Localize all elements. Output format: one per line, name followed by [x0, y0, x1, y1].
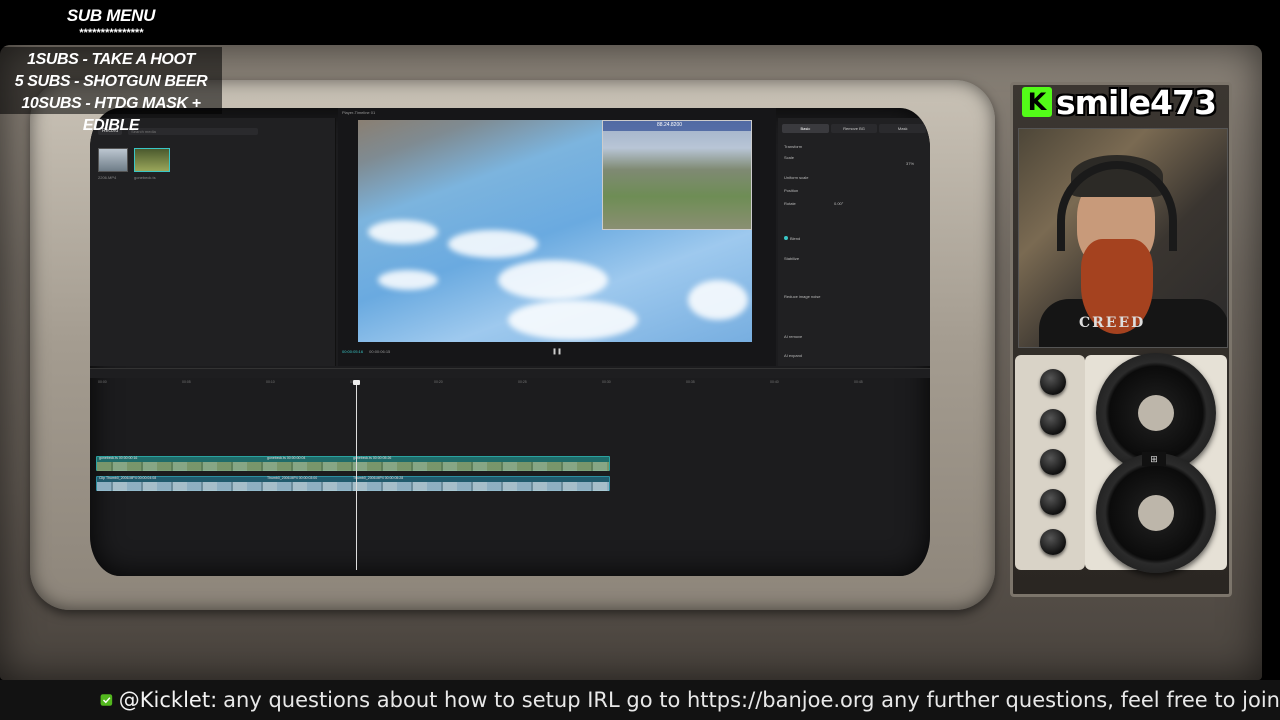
- properties-panel: Basic Remove BG Mask Transform Scale 37%…: [778, 118, 930, 366]
- ticker-user: @Kicklet:: [118, 688, 218, 712]
- ruler-tick: 00:35: [686, 380, 695, 384]
- timeline-track-video-2[interactable]: Clip Thumb0_2006.MP4 00:00:04:08 Thumb0_…: [96, 476, 610, 491]
- clip-label: gonebeck.ts 00:00:05:26: [353, 456, 392, 460]
- timeline-track-video-1[interactable]: gonebeck.ts 00:00:00:16 gonebeck.ts 00:0…: [96, 456, 610, 471]
- cloud: [498, 260, 608, 300]
- player-title: Player-Timeline 01: [342, 110, 376, 115]
- cloud: [368, 220, 438, 244]
- timeline-ruler: 00:0000:0500:1000:1500:2000:2500:3000:35…: [90, 380, 930, 388]
- uniform-scale-label: Uniform scale: [784, 175, 809, 180]
- knob-icon: [1040, 529, 1066, 555]
- cloud: [378, 270, 438, 290]
- toggle-dot: [784, 236, 788, 240]
- cloud: [688, 280, 748, 320]
- ruler-tick: 00:40: [770, 380, 779, 384]
- ruler-tick: 00:25: [518, 380, 527, 384]
- timeline-playhead[interactable]: [353, 380, 360, 570]
- ruler-tick: 00:45: [854, 380, 863, 384]
- webcam-feed: CREED: [1018, 128, 1228, 348]
- blend-row[interactable]: Blend: [784, 236, 800, 241]
- sub-menu-item: 1SUBS - TAKE A HOOT: [27, 51, 195, 68]
- media-thumb-1-label: 2206.MP4: [98, 175, 117, 180]
- timeline-toolbar: [90, 368, 930, 378]
- cloud: [508, 300, 638, 340]
- streamer-badge: K smile473: [1022, 82, 1217, 122]
- clip-label: gonebeck.ts 00:00:00:04: [267, 456, 306, 460]
- chat-ticker: @Kicklet: any questions about how to set…: [0, 680, 1280, 720]
- tab-basic[interactable]: Basic: [782, 124, 829, 133]
- pause-icon[interactable]: ❚❚: [552, 348, 562, 355]
- tab-remove-bg[interactable]: Remove BG: [830, 124, 878, 133]
- clip-label: Thumb0_2006.MP4 00:00:05:28: [353, 476, 404, 480]
- sub-menu-divider: ***************: [78, 27, 144, 39]
- pip-osd-readout: 88.24.8200: [657, 122, 683, 128]
- transform-label: Transform: [784, 144, 803, 149]
- media-thumb-1[interactable]: [98, 148, 128, 172]
- knob-icon: [1040, 369, 1066, 395]
- blend-label: Blend: [790, 236, 801, 241]
- tv-knob-column: [1015, 355, 1085, 570]
- reduce-noise-label[interactable]: Reduce image noise: [784, 294, 820, 299]
- pip-drone-view[interactable]: 88.24.8200: [602, 120, 752, 230]
- sub-menu-item: 10SUBS - HTDG MASK + EDIBLE: [21, 95, 201, 134]
- knob-icon: [1040, 489, 1066, 515]
- sub-menu-item: 5 SUBS - SHOTGUN BEER: [14, 73, 208, 90]
- rotate-label: Rotate: [784, 201, 796, 206]
- player-panel: Player-Timeline 01 88.24.8200 00:00:05:1…: [338, 108, 776, 366]
- ticker-message: any questions about how to setup IRL go …: [223, 688, 1280, 712]
- streamer-username: smile473: [1056, 82, 1217, 122]
- player-controls: 00:00:05:16 00:00:06:15 ❚❚: [338, 346, 776, 356]
- ruler-tick: 00:20: [434, 380, 443, 384]
- dial-center: [1138, 495, 1174, 531]
- ai-remove-label[interactable]: AI remove: [784, 334, 802, 339]
- stabilize-label[interactable]: Stabilize: [784, 256, 799, 261]
- current-timecode: 00:00:05:16: [342, 348, 364, 354]
- total-timecode: 00:00:06:15: [369, 348, 391, 354]
- sub-menu-list: 1SUBS - TAKE A HOOT 5 SUBS - SHOTGUN BEE…: [0, 47, 222, 134]
- media-thumb-2[interactable]: [134, 148, 170, 172]
- dial-badge-icon: ⊞: [1142, 452, 1166, 466]
- knob-icon: [1040, 409, 1066, 435]
- kicklet-bot-icon: [100, 694, 113, 706]
- media-panel: Record Search media 2206.MP4 gonebeck.ts: [90, 118, 336, 366]
- track-frames: [97, 462, 609, 471]
- media-thumb-2-label: gonebeck.ts: [134, 175, 156, 180]
- sub-menu-title: SUB MENU: [66, 6, 156, 25]
- kick-logo-icon: K: [1022, 87, 1052, 117]
- clip-label: gonebeck.ts 00:00:00:16: [99, 456, 138, 460]
- tab-mask[interactable]: Mask: [879, 124, 927, 133]
- ruler-tick: 00:30: [602, 380, 611, 384]
- properties-tabs: Basic Remove BG Mask: [782, 124, 927, 133]
- position-label: Position: [784, 188, 799, 193]
- clip-label: Clip Thumb0_2006.MP4 00:00:04:08: [99, 476, 157, 480]
- tv-screen: Record Search media 2206.MP4 gonebeck.ts…: [90, 108, 930, 576]
- clip-label: Thumb0_2006.MP4 00:00:03:00: [267, 476, 318, 480]
- dial-center: [1138, 395, 1174, 431]
- shirt-text: CREED: [1079, 315, 1146, 331]
- tuning-dial-icon: [1096, 453, 1216, 573]
- ruler-tick: 00:00: [98, 380, 107, 384]
- ruler-tick: 00:10: [266, 380, 275, 384]
- track-frames: [97, 482, 609, 491]
- scale-value[interactable]: 37%: [906, 161, 914, 166]
- sub-menu: SUB MENU *************** 1SUBS - TAKE A …: [0, 0, 222, 134]
- scale-label: Scale: [784, 155, 795, 160]
- cloud: [448, 230, 538, 258]
- video-editor: Record Search media 2206.MP4 gonebeck.ts…: [90, 108, 930, 576]
- ai-expand-label[interactable]: AI expand: [784, 353, 802, 358]
- player-video[interactable]: 88.24.8200: [358, 120, 752, 342]
- ruler-tick: 00:05: [182, 380, 191, 384]
- knob-icon: [1040, 449, 1066, 475]
- rotate-value[interactable]: 0.00°: [834, 201, 843, 206]
